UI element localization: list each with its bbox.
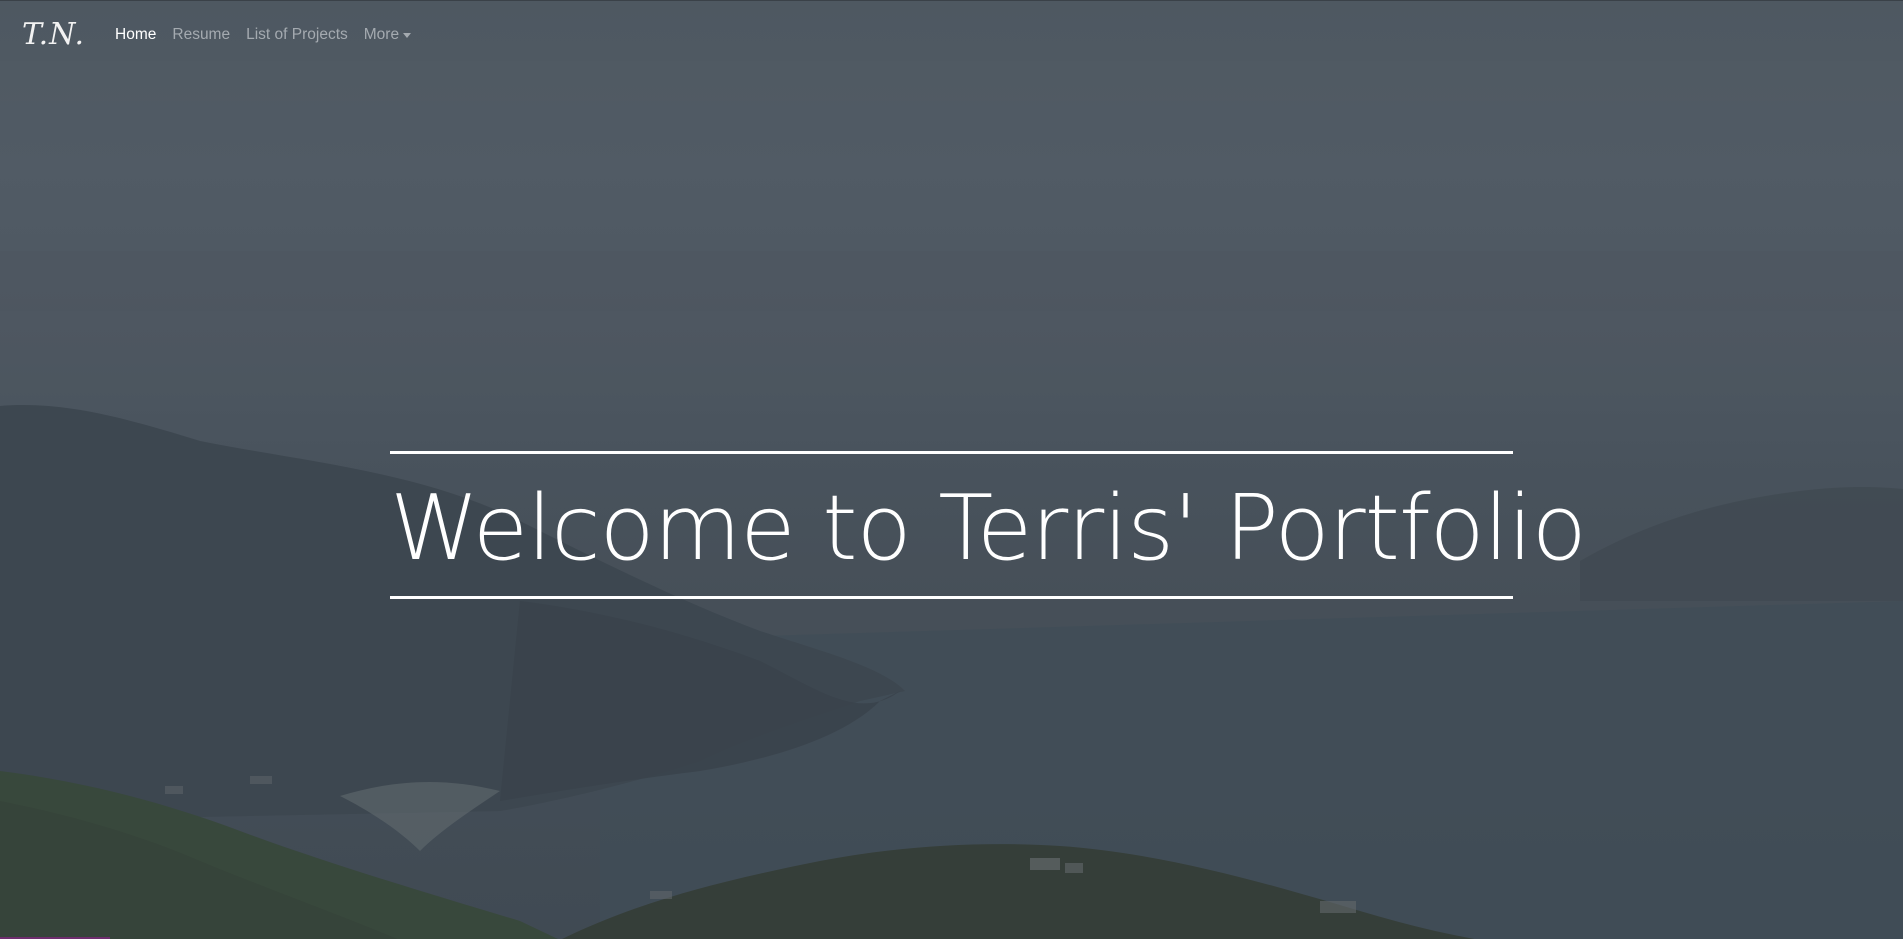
nav-projects-link[interactable]: List of Projects <box>246 26 348 44</box>
hero-title: Welcome to Terris' Portfolio <box>390 476 1587 581</box>
nav-home-link[interactable]: Home <box>115 26 156 44</box>
caret-down-icon <box>403 33 412 38</box>
nav-more-label: More <box>363 26 400 43</box>
hero-section: Welcome to Terris' Portfolio <box>390 451 1587 599</box>
page: T.N. Home Resume List of Projects More W… <box>0 0 1903 939</box>
nav-more-dropdown[interactable]: More <box>363 26 412 44</box>
brand-logo[interactable]: T.N. <box>22 17 85 52</box>
hero-bottom-rule <box>390 596 1513 599</box>
nav-resume-link[interactable]: Resume <box>172 26 230 44</box>
top-navbar: T.N. Home Resume List of Projects More <box>0 1 1903 69</box>
